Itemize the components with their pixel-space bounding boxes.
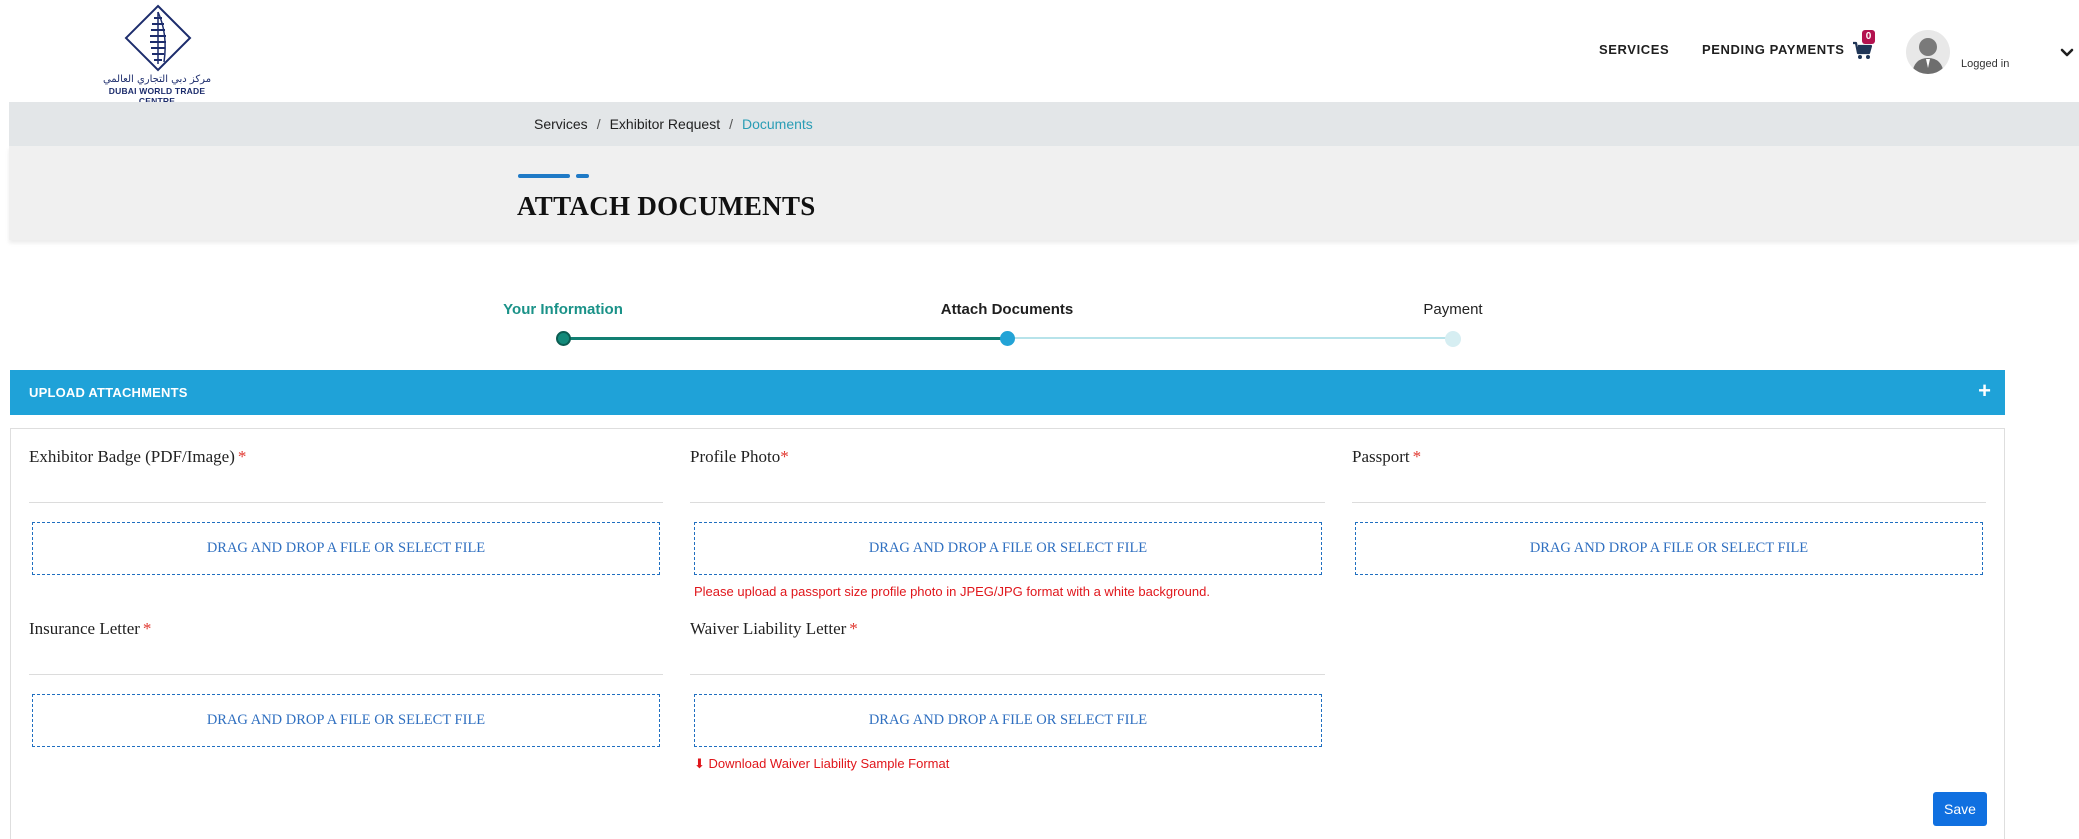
field-label-text: Insurance Letter bbox=[29, 619, 140, 638]
user-silhouette-icon bbox=[1906, 30, 1950, 74]
field-label: Exhibitor Badge (PDF/Image) * bbox=[29, 447, 246, 467]
passport-dropzone[interactable]: DRAG AND DROP A FILE OR SELECT FILE bbox=[1355, 522, 1983, 575]
field-underline bbox=[1352, 502, 1986, 503]
step-attach-documents: Attach Documents bbox=[940, 301, 1074, 318]
logo-arabic-text: مركز دبي التجاري العالمي bbox=[102, 74, 212, 85]
field-underline bbox=[29, 674, 663, 675]
save-button[interactable]: Save bbox=[1933, 792, 1987, 826]
field-underline bbox=[29, 502, 663, 503]
step-payment: Payment bbox=[1423, 301, 1483, 318]
upload-attachments-header[interactable]: UPLOAD ATTACHMENTS + bbox=[10, 370, 2005, 415]
field-label-text: Profile Photo bbox=[690, 447, 781, 466]
panel-title: UPLOAD ATTACHMENTS bbox=[29, 385, 188, 400]
required-asterisk: * bbox=[780, 447, 789, 466]
title-band bbox=[9, 146, 2079, 240]
required-asterisk: * bbox=[237, 447, 247, 466]
field-underline bbox=[690, 674, 1325, 675]
field-underline bbox=[690, 502, 1325, 503]
title-accent-bar bbox=[518, 174, 570, 178]
breadcrumb-bar: Services / Exhibitor Request / Documents bbox=[9, 102, 2079, 146]
breadcrumb-separator: / bbox=[596, 116, 601, 132]
breadcrumb-separator: / bbox=[729, 116, 733, 132]
exhibitor-badge-dropzone[interactable]: DRAG AND DROP A FILE OR SELECT FILE bbox=[32, 522, 660, 575]
step-connector-pending bbox=[1007, 337, 1453, 339]
field-label: Passport * bbox=[1352, 447, 1421, 467]
required-asterisk: * bbox=[142, 619, 152, 638]
dwtc-logo-icon bbox=[124, 4, 192, 72]
step-connector-completed bbox=[563, 337, 1007, 340]
profile-photo-dropzone[interactable]: DRAG AND DROP A FILE OR SELECT FILE bbox=[694, 522, 1322, 575]
chevron-down-icon[interactable] bbox=[2060, 47, 2074, 59]
page-title: ATTACH DOCUMENTS bbox=[517, 191, 816, 221]
top-header: مركز دبي التجاري العالمي DUBAI WORLD TRA… bbox=[0, 0, 2079, 106]
download-waiver-sample-link[interactable]: ⬇ Download Waiver Liability Sample Forma… bbox=[694, 756, 949, 772]
breadcrumb: Services / Exhibitor Request / Documents bbox=[534, 116, 813, 132]
app-root: مركز دبي التجاري العالمي DUBAI WORLD TRA… bbox=[0, 0, 2079, 839]
cart-count-badge: 0 bbox=[1862, 30, 1875, 44]
profile-photo-hint: Please upload a passport size profile ph… bbox=[694, 584, 1210, 599]
step-your-information: Your Information bbox=[503, 301, 623, 318]
field-label: Waiver Liability Letter * bbox=[690, 619, 858, 639]
field-label: Profile Photo* bbox=[690, 447, 789, 467]
step-dot-completed bbox=[556, 331, 571, 346]
dwtc-logo[interactable]: مركز دبي التجاري العالمي DUBAI WORLD TRA… bbox=[92, 4, 222, 106]
field-label-text: Exhibitor Badge (PDF/Image) bbox=[29, 447, 235, 466]
breadcrumb-exhibitor-request[interactable]: Exhibitor Request bbox=[610, 116, 721, 132]
required-asterisk: * bbox=[849, 619, 858, 638]
breadcrumb-services[interactable]: Services bbox=[534, 116, 588, 132]
nav-pending-payments[interactable]: PENDING PAYMENTS bbox=[1702, 42, 1845, 57]
waiver-liability-dropzone[interactable]: DRAG AND DROP A FILE OR SELECT FILE bbox=[694, 694, 1322, 747]
nav-services[interactable]: SERVICES bbox=[1599, 42, 1669, 57]
required-asterisk: * bbox=[1412, 447, 1422, 466]
user-status-text: Logged in bbox=[1961, 58, 2010, 70]
upload-attachments-body bbox=[10, 428, 2005, 839]
step-dot-upcoming bbox=[1445, 331, 1461, 347]
field-label-text: Waiver Liability Letter bbox=[690, 619, 847, 638]
step-dot-current bbox=[1000, 331, 1015, 346]
user-avatar[interactable] bbox=[1906, 30, 1950, 74]
title-accent-dash bbox=[576, 174, 589, 178]
field-label: Insurance Letter * bbox=[29, 619, 151, 639]
field-label-text: Passport bbox=[1352, 447, 1410, 466]
breadcrumb-documents: Documents bbox=[741, 116, 813, 132]
insurance-letter-dropzone[interactable]: DRAG AND DROP A FILE OR SELECT FILE bbox=[32, 694, 660, 747]
expand-plus-icon[interactable]: + bbox=[1978, 378, 1991, 404]
